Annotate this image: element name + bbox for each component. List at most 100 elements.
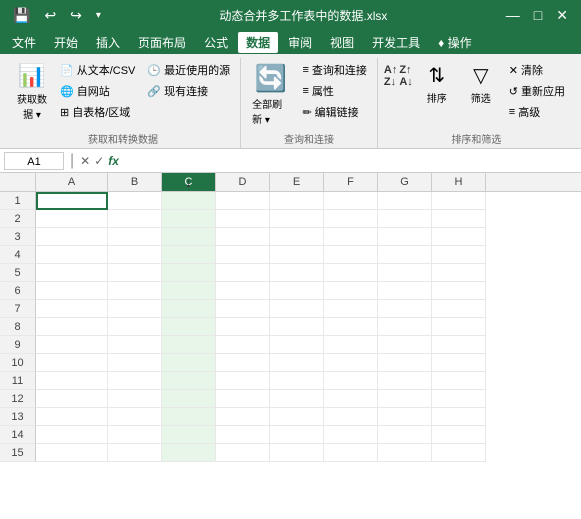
cell-H5[interactable] bbox=[432, 264, 486, 282]
cell-A11[interactable] bbox=[36, 372, 108, 390]
row-header-14[interactable]: 14 bbox=[0, 426, 36, 444]
sort-az-button[interactable]: A↑Z↓ bbox=[384, 64, 397, 88]
cell-H3[interactable] bbox=[432, 228, 486, 246]
cell-E11[interactable] bbox=[270, 372, 324, 390]
reapply-button[interactable]: ↺ 重新应用 bbox=[505, 81, 569, 101]
cell-C11[interactable] bbox=[162, 372, 216, 390]
menu-help[interactable]: ♦ 操作 bbox=[430, 32, 479, 53]
save-icon[interactable]: 💾 bbox=[8, 5, 35, 26]
cell-B8[interactable] bbox=[108, 318, 162, 336]
cell-B7[interactable] bbox=[108, 300, 162, 318]
cell-E9[interactable] bbox=[270, 336, 324, 354]
cell-E14[interactable] bbox=[270, 426, 324, 444]
cell-A3[interactable] bbox=[36, 228, 108, 246]
cell-G7[interactable] bbox=[378, 300, 432, 318]
col-header-g[interactable]: G bbox=[378, 173, 432, 191]
edit-links-button[interactable]: ✏ 编辑链接 bbox=[298, 102, 370, 122]
cell-D8[interactable] bbox=[216, 318, 270, 336]
menu-formula[interactable]: 公式 bbox=[196, 32, 236, 53]
row-header-15[interactable]: 15 bbox=[0, 444, 36, 462]
cell-H10[interactable] bbox=[432, 354, 486, 372]
row-header-11[interactable]: 11 bbox=[0, 372, 36, 390]
cell-G14[interactable] bbox=[378, 426, 432, 444]
cell-C12[interactable] bbox=[162, 390, 216, 408]
cell-F6[interactable] bbox=[324, 282, 378, 300]
cell-F11[interactable] bbox=[324, 372, 378, 390]
cell-D2[interactable] bbox=[216, 210, 270, 228]
cell-H9[interactable] bbox=[432, 336, 486, 354]
row-header-9[interactable]: 9 bbox=[0, 336, 36, 354]
cancel-formula-icon[interactable]: ✕ bbox=[80, 154, 90, 168]
row-header-8[interactable]: 8 bbox=[0, 318, 36, 336]
cell-E4[interactable] bbox=[270, 246, 324, 264]
clear-button[interactable]: ✕ 清除 bbox=[505, 60, 569, 80]
from-web-button[interactable]: 🌐 自网站 bbox=[56, 81, 139, 101]
menu-view[interactable]: 视图 bbox=[322, 32, 362, 53]
cell-D10[interactable] bbox=[216, 354, 270, 372]
cell-E2[interactable] bbox=[270, 210, 324, 228]
cell-F10[interactable] bbox=[324, 354, 378, 372]
cell-C4[interactable] bbox=[162, 246, 216, 264]
cell-H13[interactable] bbox=[432, 408, 486, 426]
row-header-12[interactable]: 12 bbox=[0, 390, 36, 408]
confirm-formula-icon[interactable]: ✓ bbox=[94, 154, 104, 168]
menu-home[interactable]: 开始 bbox=[46, 32, 86, 53]
cell-E7[interactable] bbox=[270, 300, 324, 318]
cell-D12[interactable] bbox=[216, 390, 270, 408]
cell-reference-box[interactable]: A1 bbox=[4, 152, 64, 170]
recent-sources-button[interactable]: 🕒 最近使用的源 bbox=[143, 60, 234, 80]
cell-G1[interactable] bbox=[378, 192, 432, 210]
cell-G12[interactable] bbox=[378, 390, 432, 408]
cell-C6[interactable] bbox=[162, 282, 216, 300]
cell-G10[interactable] bbox=[378, 354, 432, 372]
cell-H7[interactable] bbox=[432, 300, 486, 318]
cell-B2[interactable] bbox=[108, 210, 162, 228]
cell-B6[interactable] bbox=[108, 282, 162, 300]
cell-B1[interactable] bbox=[108, 192, 162, 210]
menu-review[interactable]: 审阅 bbox=[280, 32, 320, 53]
cell-H11[interactable] bbox=[432, 372, 486, 390]
cell-F5[interactable] bbox=[324, 264, 378, 282]
col-header-a[interactable]: A bbox=[36, 173, 108, 191]
cell-F15[interactable] bbox=[324, 444, 378, 462]
row-header-13[interactable]: 13 bbox=[0, 408, 36, 426]
cell-E8[interactable] bbox=[270, 318, 324, 336]
cell-F1[interactable] bbox=[324, 192, 378, 210]
cell-A2[interactable] bbox=[36, 210, 108, 228]
cell-A5[interactable] bbox=[36, 264, 108, 282]
cell-A6[interactable] bbox=[36, 282, 108, 300]
formula-input[interactable] bbox=[123, 152, 577, 170]
cell-D15[interactable] bbox=[216, 444, 270, 462]
cell-A7[interactable] bbox=[36, 300, 108, 318]
menu-file[interactable]: 文件 bbox=[4, 32, 44, 53]
sort-za-button[interactable]: Z↑A↓ bbox=[399, 64, 412, 88]
cell-G11[interactable] bbox=[378, 372, 432, 390]
cell-C5[interactable] bbox=[162, 264, 216, 282]
cell-A9[interactable] bbox=[36, 336, 108, 354]
cell-G15[interactable] bbox=[378, 444, 432, 462]
cell-C10[interactable] bbox=[162, 354, 216, 372]
cell-E13[interactable] bbox=[270, 408, 324, 426]
cell-B12[interactable] bbox=[108, 390, 162, 408]
col-header-c[interactable]: C ↓ bbox=[162, 173, 216, 191]
cell-C14[interactable] bbox=[162, 426, 216, 444]
cell-G8[interactable] bbox=[378, 318, 432, 336]
minimize-icon[interactable]: — bbox=[501, 5, 525, 25]
from-table-button[interactable]: ⊞ 自表格/区域 bbox=[56, 102, 139, 122]
cell-H14[interactable] bbox=[432, 426, 486, 444]
cell-D1[interactable] bbox=[216, 192, 270, 210]
redo-icon[interactable]: ↪ bbox=[65, 5, 87, 26]
cell-C8[interactable] bbox=[162, 318, 216, 336]
advanced-button[interactable]: ≡ 高级 bbox=[505, 102, 569, 122]
sort-button[interactable]: ⇅ 排序 bbox=[417, 60, 457, 108]
cell-H12[interactable] bbox=[432, 390, 486, 408]
cell-C13[interactable] bbox=[162, 408, 216, 426]
cell-A15[interactable] bbox=[36, 444, 108, 462]
maximize-icon[interactable]: □ bbox=[529, 5, 547, 25]
cell-A8[interactable] bbox=[36, 318, 108, 336]
row-header-6[interactable]: 6 bbox=[0, 282, 36, 300]
from-text-csv-button[interactable]: 📄 从文本/CSV bbox=[56, 60, 139, 80]
queries-connections-button[interactable]: ≡ 查询和连接 bbox=[298, 60, 370, 80]
cell-D3[interactable] bbox=[216, 228, 270, 246]
cell-A12[interactable] bbox=[36, 390, 108, 408]
